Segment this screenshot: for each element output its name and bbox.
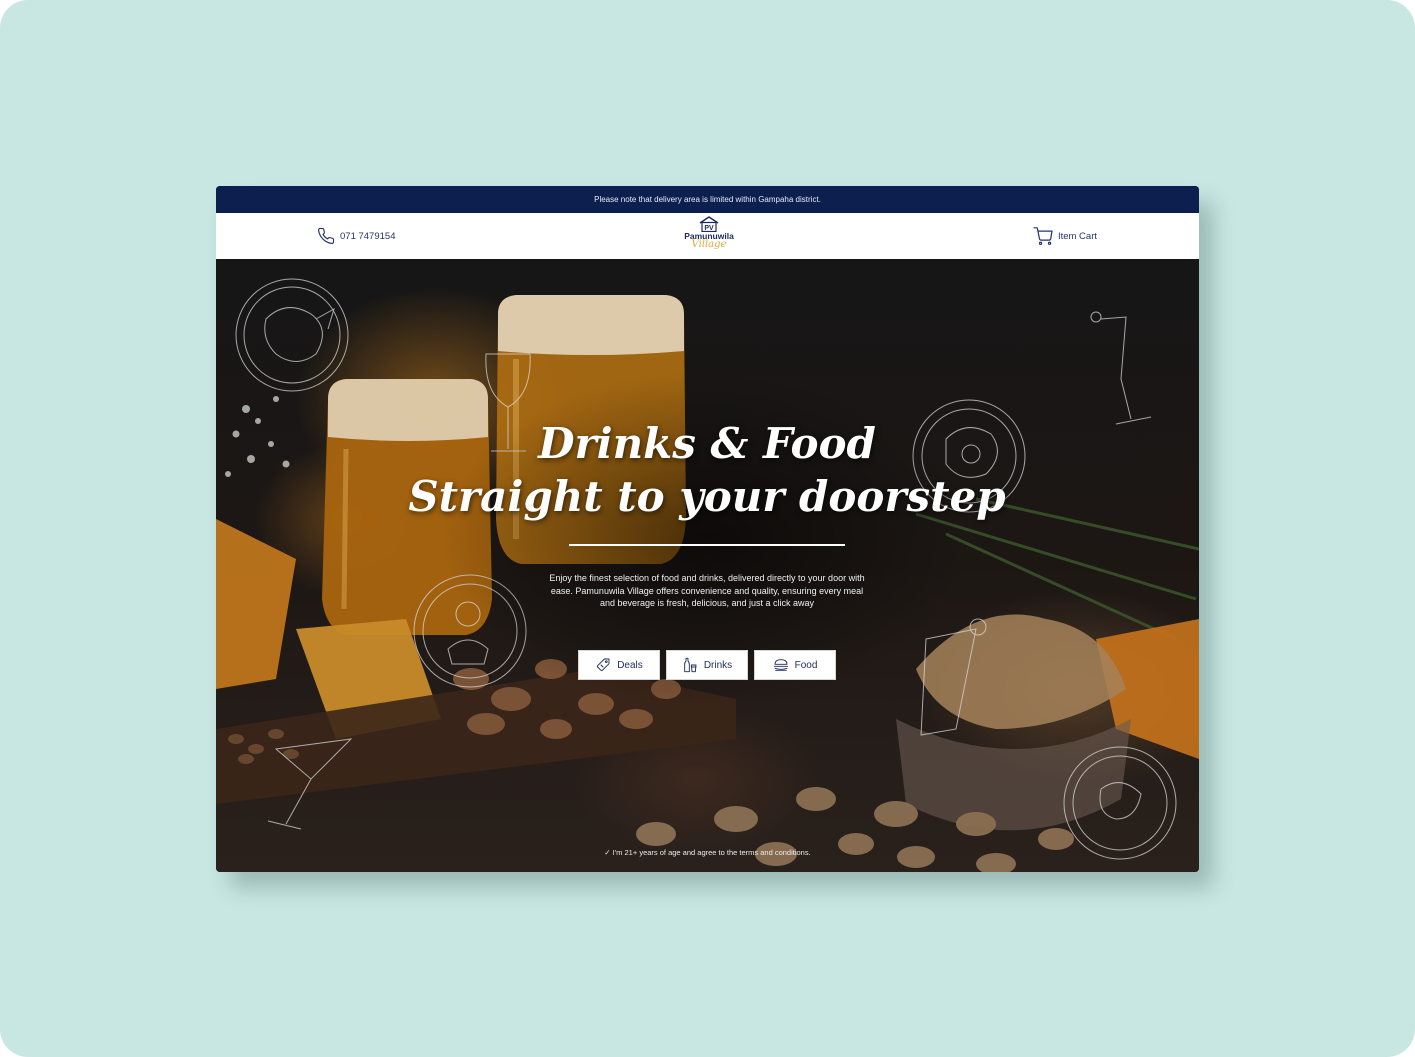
category-buttons: Deals Drinks Food (578, 650, 836, 680)
drinks-button[interactable]: Drinks (666, 650, 748, 680)
deals-label: Deals (617, 659, 643, 671)
cart-label: Item Cart (1057, 230, 1097, 242)
logo-subtitle: Village (691, 239, 727, 250)
house-logo-icon: PV (699, 216, 719, 232)
food-icon (773, 659, 788, 671)
drinks-label: Drinks (703, 659, 733, 671)
headline-line-1: Drinks & Food (538, 419, 876, 468)
hero-section: Drinks & Food Straight to your doorstep … (216, 259, 1199, 872)
food-button[interactable]: Food (754, 650, 836, 680)
food-label: Food (794, 659, 818, 671)
site-logo[interactable]: PV Pamunuwila Village (682, 216, 736, 256)
age-terms-notice[interactable]: ✓ I'm 21+ years of age and agree to the … (216, 848, 1199, 857)
drinks-icon (684, 657, 697, 673)
announcement-text: Please note that delivery area is limite… (594, 195, 821, 204)
deal-tag-icon (597, 658, 610, 672)
hero-headline: Drinks & Food Straight to your doorstep (407, 417, 1007, 523)
announcement-bar: Please note that delivery area is limite… (216, 186, 1199, 213)
headline-divider (569, 544, 845, 546)
presentation-frame: Please note that delivery area is limite… (0, 0, 1415, 1057)
phone-link[interactable]: 071 7479154 (317, 226, 395, 246)
cart-icon (1033, 227, 1053, 245)
hero-overlay (216, 259, 1199, 872)
phone-number: 071 7479154 (340, 230, 396, 242)
website-mockup: Please note that delivery area is limite… (216, 186, 1199, 872)
headline-line-2: Straight to your doorstep (408, 472, 1006, 521)
item-cart-link[interactable]: Item Cart (1033, 226, 1097, 246)
header-nav: 071 7479154 PV Pamunuwila Village Item C… (216, 213, 1199, 259)
hero-description: Enjoy the finest selection of food and d… (549, 573, 865, 608)
phone-icon (318, 227, 335, 244)
deals-button[interactable]: Deals (578, 650, 660, 680)
